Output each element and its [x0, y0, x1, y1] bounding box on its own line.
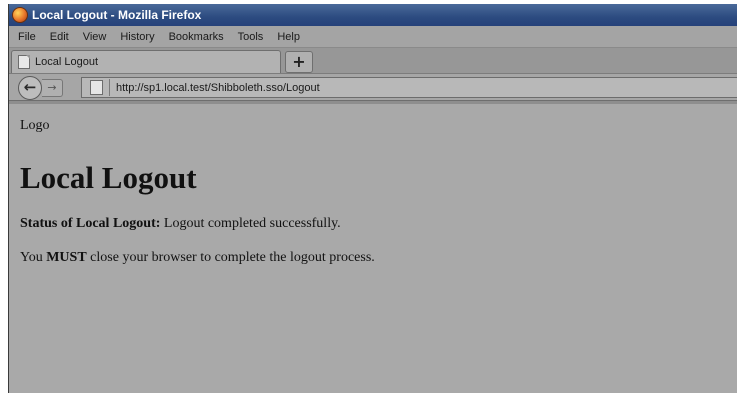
menu-view[interactable]: View [83, 31, 107, 43]
tab-label: Local Logout [35, 56, 98, 68]
url-text[interactable]: http://sp1.local.test/Shibboleth.sso/Log… [116, 82, 320, 94]
firefox-logo-icon [12, 7, 28, 23]
browser-window: Local Logout - Mozilla Firefox File Edit… [8, 4, 737, 393]
forward-arrow-icon[interactable]: → [42, 79, 63, 97]
status-line: Status of Local Logout: Logout completed… [20, 216, 737, 232]
window-title: Local Logout - Mozilla Firefox [32, 8, 202, 22]
menu-tools[interactable]: Tools [238, 31, 264, 43]
navigation-bar: ← → http://sp1.local.test/Shibboleth.sso… [9, 73, 737, 100]
tab-strip: Local Logout + [9, 47, 737, 73]
tab-local-logout[interactable]: Local Logout [11, 50, 281, 73]
menu-bookmarks[interactable]: Bookmarks [169, 31, 224, 43]
note-suffix: close your browser to complete the logou… [86, 250, 375, 265]
page-title: Local Logout [20, 160, 197, 195]
menu-bar: File Edit View History Bookmarks Tools H… [9, 26, 737, 47]
status-text: Logout completed successfully. [160, 216, 341, 231]
menu-help[interactable]: Help [277, 31, 300, 43]
back-arrow-icon[interactable]: ← [18, 76, 42, 100]
menu-file[interactable]: File [18, 31, 36, 43]
new-tab-icon[interactable]: + [285, 51, 313, 73]
title-bar: Local Logout - Mozilla Firefox [9, 4, 737, 26]
status-label: Status of Local Logout: [20, 216, 161, 231]
page-content: Logo Local Logout Status of Local Logout… [9, 104, 737, 266]
menu-edit[interactable]: Edit [50, 31, 69, 43]
url-separator [109, 79, 110, 96]
logout-note: You MUST close your browser to complete … [20, 250, 737, 266]
page-icon [18, 55, 30, 69]
note-prefix: You [20, 250, 47, 265]
page-icon [90, 80, 103, 95]
logo-text: Logo [20, 118, 50, 133]
menu-history[interactable]: History [120, 31, 154, 43]
url-bar[interactable]: http://sp1.local.test/Shibboleth.sso/Log… [81, 77, 737, 98]
note-emphasis: MUST [46, 250, 87, 265]
